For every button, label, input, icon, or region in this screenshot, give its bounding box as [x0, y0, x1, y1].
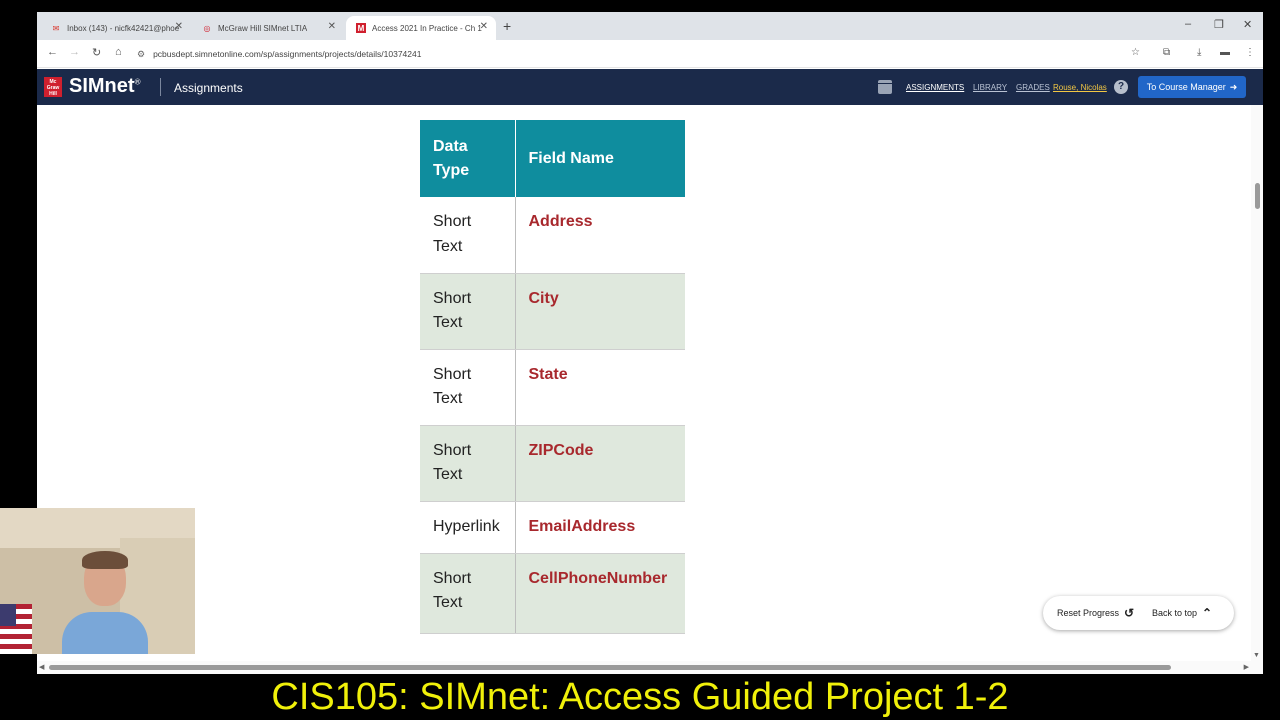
presenter-image — [62, 551, 148, 654]
video-caption: CIS105: SIMnet: Access Guided Project 1-… — [271, 676, 1009, 718]
reload-icon[interactable]: ↻ — [92, 46, 101, 59]
url-text: pcbusdept.simnetonline.com/sp/assignment… — [153, 49, 422, 59]
field-name-cell: EmailAddress — [515, 501, 685, 554]
forward-arrow-icon[interactable]: → — [69, 46, 80, 58]
close-window-icon[interactable]: ✕ — [1243, 18, 1252, 31]
tab-strip: ✉ Inbox (143) - nicfk42421@phoe ✕ ◎ McGr… — [37, 12, 1263, 40]
table-row: Short Text CellPhoneNumber — [420, 553, 685, 634]
mcgraw-hill-logo: Mc Graw Hill — [44, 77, 62, 97]
site-info-icon[interactable]: ⚙ — [137, 49, 145, 60]
table-row: Hyperlink EmailAddress — [420, 501, 685, 554]
course-manager-label: To Course Manager — [1146, 82, 1226, 92]
calendar-icon[interactable] — [878, 80, 892, 94]
table-header-row: Data Type Field Name — [420, 120, 685, 197]
back-arrow-icon[interactable]: ← — [47, 46, 58, 58]
tab-inbox[interactable]: ✉ Inbox (143) - nicfk42421@phoe ✕ — [41, 16, 191, 40]
help-icon[interactable]: ? — [1114, 80, 1128, 94]
data-type-cell: Short Text — [420, 553, 516, 634]
reset-progress-button[interactable]: Reset Progress ↺ — [1057, 606, 1134, 620]
mcgraw-hill-icon: ◎ — [203, 23, 211, 33]
table-row: Short Text City — [420, 273, 685, 350]
nav-grades[interactable]: GRADES — [1016, 83, 1050, 92]
back-to-top-button[interactable]: Back to top ⌃ — [1152, 606, 1212, 620]
header-divider — [160, 78, 161, 96]
data-type-cell: Hyperlink — [420, 501, 516, 554]
data-type-cell: Short Text — [420, 349, 516, 426]
user-name-link[interactable]: Rouse, Nicolas — [1053, 83, 1107, 92]
gmail-icon: ✉ — [52, 23, 60, 33]
field-name-cell: City — [515, 273, 685, 350]
back-to-top-label: Back to top — [1152, 608, 1198, 618]
tab-search-icon[interactable]: ⧉ — [1163, 47, 1170, 58]
floating-action-bar: Reset Progress ↺ Back to top ⌃ — [1043, 596, 1234, 630]
restore-icon[interactable]: ❐ — [1214, 18, 1224, 31]
double-chevron-up-icon: ⌃ — [1202, 606, 1213, 620]
new-tab-button[interactable]: + — [503, 18, 511, 34]
tab-title: Inbox (143) - nicfk42421@phoe — [67, 23, 180, 33]
presenter-shirt — [62, 612, 148, 654]
presenter-hair — [82, 551, 128, 569]
column-header-data-type: Data Type — [420, 120, 516, 197]
scrollbar-thumb[interactable] — [1255, 183, 1260, 209]
field-name-cell: ZIPCode — [515, 425, 685, 502]
bookmark-star-icon[interactable]: ☆ — [1131, 47, 1140, 58]
vertical-scrollbar[interactable]: ▼ — [1251, 105, 1263, 661]
reset-progress-label: Reset Progress — [1057, 608, 1120, 618]
field-name-cell: CellPhoneNumber — [515, 553, 685, 634]
field-name-cell: Address — [515, 197, 685, 274]
field-name-cell: State — [515, 349, 685, 426]
close-tab-icon[interactable]: ✕ — [175, 21, 183, 32]
course-manager-button[interactable]: To Course Manager ➜ — [1138, 76, 1246, 98]
home-icon[interactable]: ⌂ — [115, 46, 122, 58]
fields-table: Data Type Field Name Short Text Address … — [420, 120, 685, 634]
download-icon[interactable]: ⤓ — [1197, 47, 1201, 58]
column-header-field-name: Field Name — [515, 120, 685, 197]
data-type-cell: Short Text — [420, 273, 516, 350]
tab-title: Access 2021 In Practice - Ch 1 G — [372, 23, 482, 33]
exit-arrow-icon: ➜ — [1229, 81, 1238, 92]
table-row: Short Text State — [420, 349, 685, 426]
tab-title: McGraw Hill SIMnet LTIA — [218, 23, 308, 33]
tab-simnet-ltia[interactable]: ◎ McGraw Hill SIMnet LTIA ✕ — [192, 16, 344, 40]
nav-library[interactable]: LIBRARY — [973, 83, 1007, 92]
simnet-icon: M — [356, 23, 366, 33]
table-row: Short Text ZIPCode — [420, 425, 685, 502]
close-tab-icon[interactable]: ✕ — [328, 21, 336, 32]
assignment-content: Data Type Field Name Short Text Address … — [37, 105, 1251, 661]
scrollbar-thumb[interactable] — [49, 665, 1171, 670]
address-bar: ← → ↻ ⌂ ⚙ pcbusdept.simnetonline.com/sp/… — [37, 40, 1263, 68]
data-type-cell: Short Text — [420, 425, 516, 502]
simnet-header: Mc Graw Hill SIMnet® Assignments ASSIGNM… — [37, 69, 1263, 105]
extension-icon[interactable]: ▬ — [1220, 47, 1230, 58]
scroll-down-arrow-icon[interactable]: ▼ — [1253, 652, 1260, 659]
table-row: Short Text Address — [420, 197, 685, 274]
scroll-left-arrow-icon[interactable]: ◀ — [39, 663, 44, 671]
browser-window: ✉ Inbox (143) - nicfk42421@phoe ✕ ◎ McGr… — [37, 12, 1263, 674]
reset-icon: ↺ — [1124, 606, 1135, 620]
scroll-right-arrow-icon[interactable]: ▶ — [1244, 663, 1249, 671]
tab-access-project[interactable]: M Access 2021 In Practice - Ch 1 G ✕ — [346, 16, 496, 40]
us-flag-image — [0, 604, 32, 654]
menu-icon[interactable]: ⋮ — [1245, 47, 1255, 58]
nav-assignments[interactable]: ASSIGNMENTS — [906, 83, 964, 92]
simnet-logo[interactable]: SIMnet® — [69, 75, 140, 98]
close-tab-icon[interactable]: ✕ — [480, 21, 488, 32]
url-field[interactable]: ⚙ pcbusdept.simnetonline.com/sp/assignme… — [137, 44, 1147, 64]
horizontal-scrollbar[interactable]: ◀ ▶ — [37, 661, 1263, 674]
data-type-cell: Short Text — [420, 197, 516, 274]
webcam-overlay — [0, 508, 195, 654]
minimize-icon[interactable]: – — [1185, 18, 1191, 30]
page-title: Assignments — [174, 81, 243, 95]
